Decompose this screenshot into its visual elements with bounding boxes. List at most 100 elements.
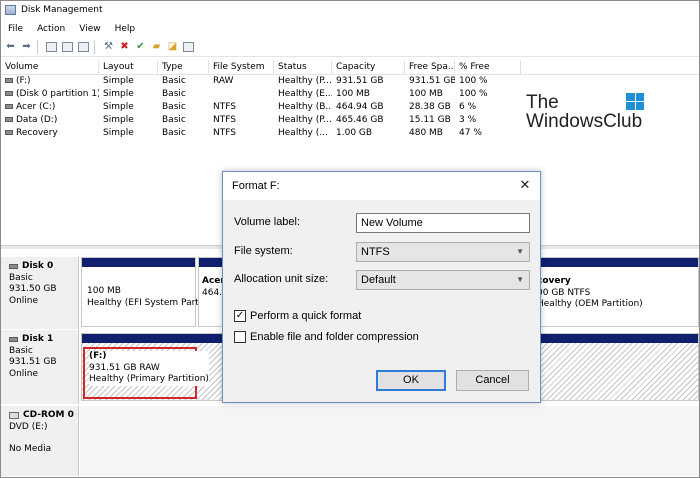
partition-f-selected[interactable]: (F:) 931.51 GB RAW Healthy (Primary Part… [83, 347, 209, 399]
disk-label-disk1[interactable]: Disk 1 Basic 931.51 GB Online [1, 330, 79, 404]
column-header-capacity[interactable]: Capacity [332, 60, 405, 75]
properties-icon[interactable] [45, 41, 58, 54]
allocation-unit-size-select[interactable]: Default ▼ [356, 270, 530, 290]
cell-free-space: 28.38 GB [409, 102, 451, 112]
cell-type: Basic [162, 115, 186, 125]
column-header-free-space[interactable]: Free Spa... [405, 60, 455, 75]
help-icon[interactable] [61, 41, 74, 54]
compression-row[interactable]: Enable file and folder compression [234, 331, 419, 343]
volume-icon [5, 104, 13, 109]
windows-flag-icon [626, 93, 644, 110]
cell-capacity: 464.94 GB [336, 102, 384, 112]
column-header-percent-free[interactable]: % Free [455, 60, 521, 75]
column-header-type[interactable]: Type [158, 60, 209, 75]
dialog-body: Volume label: New Volume File system: NT… [223, 200, 540, 402]
cell-status: Healthy (E... [278, 89, 332, 99]
column-header-status[interactable]: Status [274, 60, 332, 75]
delete-icon[interactable]: ✖ [118, 41, 131, 54]
disk-type: Basic [9, 345, 33, 356]
menu-help[interactable]: Help [108, 24, 143, 34]
cell-capacity: 1.00 GB [336, 128, 373, 138]
disk-size: 931.50 GB [9, 284, 57, 294]
cell-file-system: NTFS [213, 102, 236, 112]
toolbar-separator [94, 40, 95, 54]
forward-arrow-icon[interactable]: ➡ [20, 41, 33, 54]
dialog-title-bar: Format F: ✕ [223, 172, 540, 200]
cd-rom-icon [9, 412, 19, 420]
cell-free-space: 480 MB [409, 128, 443, 138]
cell-capacity: 465.46 GB [336, 115, 384, 125]
disk-status: Online [9, 295, 39, 306]
volume-icon [5, 117, 13, 122]
close-icon[interactable]: ✕ [518, 178, 532, 193]
menu-bar: File Action View Help [1, 20, 699, 37]
partition-size: 464.9 [202, 287, 224, 298]
disk-type: DVD (E:) [9, 421, 48, 432]
volume-icon [5, 130, 13, 135]
partition-acer[interactable]: Acer 464.9 [198, 257, 224, 327]
disk-management-window: Disk Management File Action View Help ⬅ … [0, 0, 700, 478]
cell-volume: (F:) [16, 76, 31, 86]
partition-size: 100 MB [87, 286, 121, 296]
cell-percent-free: 100 % [459, 89, 488, 99]
cell-status: Healthy (P... [278, 76, 332, 86]
open-icon[interactable]: ◪ [166, 41, 179, 54]
quick-format-row[interactable]: ✓ Perform a quick format [234, 310, 361, 322]
volume-label-input[interactable]: New Volume [356, 213, 530, 233]
compression-checkbox[interactable] [234, 331, 246, 343]
folder-icon[interactable]: ▰ [150, 41, 163, 54]
partition-status: Healthy (OEM Partition) [537, 299, 643, 309]
cell-volume: Recovery [16, 128, 58, 138]
cell-file-system: NTFS [213, 128, 236, 138]
back-arrow-icon[interactable]: ⬅ [4, 41, 17, 54]
column-header-file-system[interactable]: File System [209, 60, 274, 75]
cell-type: Basic [162, 128, 186, 138]
more-icon[interactable] [182, 41, 195, 54]
disk-size: 931.51 GB [9, 357, 57, 367]
cell-free-space: 15.11 GB [409, 115, 451, 125]
menu-view[interactable]: View [72, 24, 107, 34]
column-header-layout[interactable]: Layout [99, 60, 158, 75]
menu-file[interactable]: File [1, 24, 30, 34]
cell-status: Healthy (... [278, 128, 328, 138]
disk-name: CD-ROM 0 [23, 410, 74, 420]
partition-status: Healthy (Primary Partition) [89, 374, 209, 384]
disk-label-cdrom0[interactable]: CD-ROM 0 DVD (E:) No Media [1, 406, 79, 476]
cell-percent-free: 6 % [459, 102, 477, 112]
connect-icon[interactable]: ⚒ [102, 41, 115, 54]
ok-button[interactable]: OK [376, 370, 446, 391]
partition-label: (F:) [89, 351, 107, 361]
partition-label: covery [537, 276, 571, 286]
cell-volume: (Disk 0 partition 1) [16, 89, 99, 99]
cd-rom-empty-area [80, 406, 699, 476]
disk-status: Online [9, 368, 39, 379]
volume-list-header: Volume Layout Type File System Status Ca… [1, 60, 699, 75]
volume-label-label: Volume label: [234, 216, 301, 228]
cell-volume: Acer (C:) [16, 102, 56, 112]
menu-action[interactable]: Action [30, 24, 72, 34]
chevron-down-icon: ▼ [516, 247, 524, 256]
column-header-volume[interactable]: Volume [1, 60, 99, 75]
disk-label-disk0[interactable]: Disk 0 Basic 931.50 GB Online [1, 257, 79, 329]
chevron-down-icon: ▼ [516, 275, 524, 284]
cell-layout: Simple [103, 128, 134, 138]
table-row[interactable]: (F:) Simple Basic RAW Healthy (P... 931.… [1, 75, 699, 88]
cell-file-system: RAW [213, 76, 234, 86]
cancel-button[interactable]: Cancel [456, 370, 529, 391]
partition-recovery[interactable]: covery 00 GB NTFS Healthy (OEM Partition… [531, 257, 699, 327]
disk-row-cdrom0: CD-ROM 0 DVD (E:) No Media [1, 406, 699, 476]
cell-layout: Simple [103, 115, 134, 125]
cell-type: Basic [162, 76, 186, 86]
partition-status: Healthy (EFI System Partiti [87, 297, 208, 308]
disk-name: Disk 1 [22, 334, 54, 344]
quick-format-checkbox[interactable]: ✓ [234, 310, 246, 322]
file-system-value: NTFS [361, 246, 390, 258]
format-dialog: Format F: ✕ Volume label: New Volume Fil… [222, 171, 541, 403]
partition-efi[interactable]: 100 MB Healthy (EFI System Partiti [81, 257, 207, 327]
cell-capacity: 100 MB [336, 89, 370, 99]
partition-label: Acer [202, 276, 224, 286]
show-hide-icon[interactable] [77, 41, 90, 54]
check-icon[interactable]: ✔ [134, 41, 147, 54]
file-system-select[interactable]: NTFS ▼ [356, 242, 530, 262]
cell-free-space: 100 MB [409, 89, 443, 99]
